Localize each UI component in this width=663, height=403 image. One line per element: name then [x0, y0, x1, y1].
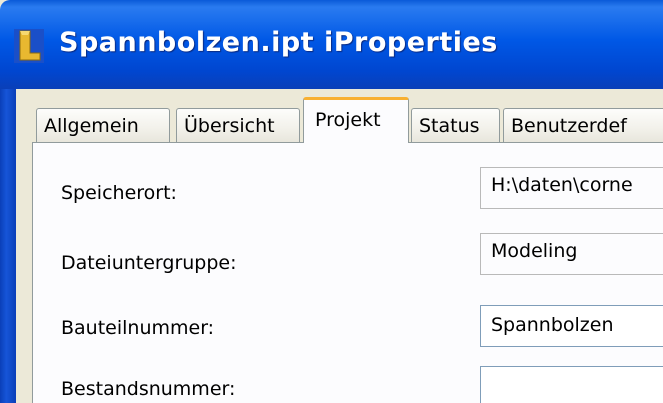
tab-benutzerdefiniert[interactable]: Benutzerdef: [503, 108, 663, 142]
tab-projekt[interactable]: Projekt: [303, 97, 409, 143]
window-title: Spannbolzen.ipt iProperties: [59, 27, 498, 58]
tab-allgemein[interactable]: Allgemein: [36, 108, 170, 142]
bauteilnummer-field[interactable]: Spannbolzen: [480, 305, 663, 347]
window-border: [0, 89, 16, 403]
dateiuntergruppe-field[interactable]: Modeling: [480, 233, 663, 275]
title-bar[interactable]: Spannbolzen.ipt iProperties: [0, 0, 663, 89]
tab-uebersicht[interactable]: Übersicht: [176, 108, 300, 142]
iproperties-window: Spannbolzen.ipt iProperties Allgemein Üb…: [0, 0, 663, 403]
dateiuntergruppe-label: Dateiuntergruppe:: [61, 252, 237, 274]
inventor-app-icon: [14, 29, 44, 63]
bestandsnummer-field[interactable]: [480, 366, 663, 403]
speicherort-field[interactable]: H:\daten\corne: [480, 167, 663, 209]
tab-status[interactable]: Status: [411, 108, 500, 142]
speicherort-label: Speicherort:: [61, 182, 177, 204]
bauteilnummer-label: Bauteilnummer:: [61, 317, 215, 339]
bestandsnummer-label: Bestandsnummer:: [61, 378, 236, 400]
